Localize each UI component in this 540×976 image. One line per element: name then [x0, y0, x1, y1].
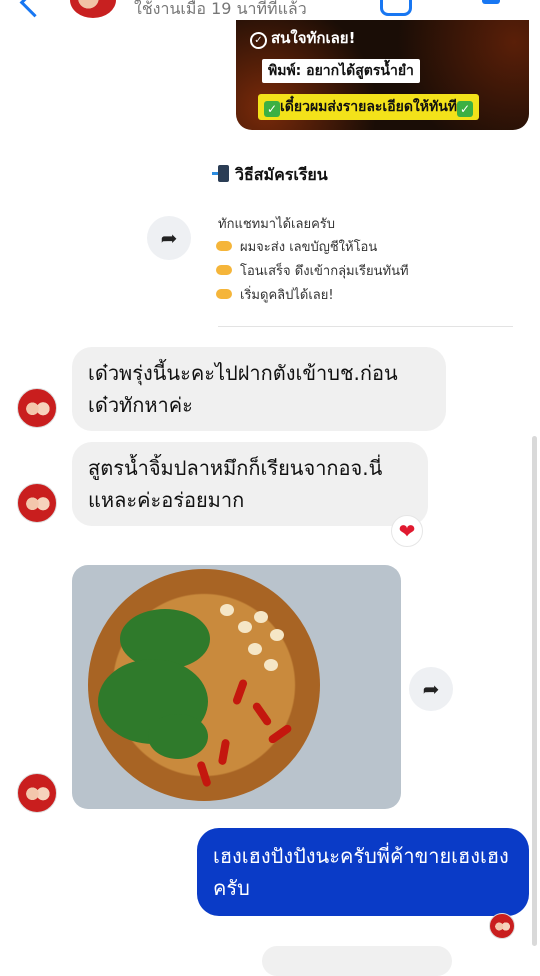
forward-button[interactable]: ➦	[147, 216, 191, 260]
avatar[interactable]	[17, 388, 57, 428]
scrollbar[interactable]	[532, 436, 537, 946]
heart-reaction[interactable]: ❤	[391, 515, 423, 547]
garlic	[270, 629, 284, 641]
chat-header: ใช้งานเมื่อ 19 นาทีที่แล้ว	[0, 0, 540, 22]
chili	[217, 738, 231, 766]
avatar[interactable]	[17, 773, 57, 813]
step-item: เริ่มดูคลิปได้เลย!	[216, 284, 334, 305]
phone-icon[interactable]	[380, 0, 412, 16]
divider	[218, 326, 513, 327]
chili	[196, 760, 212, 788]
seen-avatar	[489, 913, 515, 939]
outgoing-message[interactable]: เฮงเฮงปังปังนะครับพี่ค้าขายเฮงเฮงครับ	[197, 828, 529, 916]
photo-message[interactable]	[72, 565, 401, 809]
step-item: โอนเสร็จ ดึงเข้ากลุ่มเรียนทันที	[216, 260, 409, 281]
check-icon: ✓	[457, 101, 474, 117]
chili	[267, 723, 293, 745]
pointing-hand-icon	[216, 265, 232, 275]
chili	[231, 678, 249, 706]
promo-headline: ✓ สนใจทักเลย!	[250, 26, 355, 50]
register-title: วิธีสมัครเรียน	[212, 163, 328, 188]
pointing-hand-icon	[216, 289, 232, 299]
forward-icon: ➦	[160, 226, 178, 250]
check-icon: ✓	[264, 101, 280, 117]
food-bowl-image	[88, 569, 320, 801]
back-icon[interactable]	[19, 0, 50, 18]
garlic	[254, 611, 268, 623]
incoming-message[interactable]: เด๋วพรุ่งนี้นะคะไปฝากตังเข้าบช.ก่อน เด๋ว…	[72, 347, 446, 431]
herb	[148, 714, 208, 759]
active-status: ใช้งานเมื่อ 19 นาทีที่แล้ว	[134, 0, 307, 18]
promo-card[interactable]: ✓ สนใจทักเลย! พิมพ์: อยากได้สูตรน้ำยำ ✓ เด…	[236, 20, 529, 130]
partial-message[interactable]	[262, 946, 452, 976]
chili	[251, 701, 273, 727]
garlic	[220, 604, 234, 616]
forward-icon: ➦	[422, 677, 440, 701]
forward-button[interactable]: ➦	[409, 667, 453, 711]
incoming-message[interactable]: สูตรน้ำจิ้มปลาหมึกก็เรียนจากอจ.นี่ แหละค…	[72, 442, 428, 526]
garlic	[248, 643, 262, 655]
steps-intro: ทักแชทมาได้เลยครับ	[218, 217, 336, 232]
garlic	[264, 659, 278, 671]
promo-offer: ✓ เดี๋ยวผมส่งรายละเอียดให้ทันที ✓	[258, 94, 480, 120]
mobile-arrow-icon	[212, 165, 229, 182]
garlic	[238, 621, 252, 633]
video-icon[interactable]	[482, 0, 500, 4]
step-item: ผมจะส่ง เลขบัญชีให้โอน	[216, 236, 377, 257]
avatar[interactable]	[17, 483, 57, 523]
promo-instruction: พิมพ์: อยากได้สูตรน้ำยำ	[262, 59, 420, 83]
contact-avatar[interactable]	[70, 0, 116, 18]
check-circle-icon: ✓	[250, 32, 267, 49]
pointing-hand-icon	[216, 241, 232, 251]
